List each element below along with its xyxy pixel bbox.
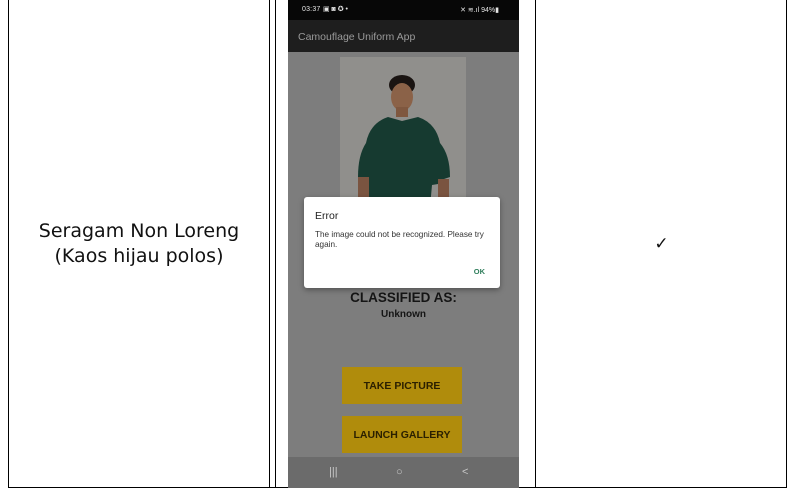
home-icon[interactable]: ○ (396, 466, 403, 478)
back-icon[interactable]: < (462, 466, 468, 478)
launch-gallery-button[interactable]: LAUNCH GALLERY (342, 416, 462, 453)
app-title: Camouflage Uniform App (298, 31, 416, 43)
android-nav-bar: ||| ○ < (288, 457, 519, 488)
phone-screenshot: 03:37 ▣ ◙ ✪ • ✕ ≋.ıl 94%▮ Camouflage Uni… (288, 0, 519, 488)
status-time: 03:37 (302, 6, 321, 13)
battery-signal-icons: ✕ ≋.ıl 94%▮ (460, 7, 499, 14)
recents-icon[interactable]: ||| (329, 466, 338, 478)
dialog-message: The image could not be recognized. Pleas… (315, 230, 484, 249)
classified-heading: CLASSIFIED AS: (350, 290, 457, 305)
classification-result: Unknown (381, 309, 426, 320)
table-border-divider-2 (275, 0, 276, 488)
take-picture-button[interactable]: TAKE PICTURE (342, 367, 462, 404)
table-border-divider-3 (535, 0, 536, 488)
dialog-ok-button[interactable]: OK (474, 267, 485, 276)
dialog-title: Error (315, 210, 339, 222)
person-photo-illustration (340, 57, 466, 207)
test-case-line-1: Seragam Non Loreng (38, 220, 240, 242)
error-dialog: Error The image could not be recognized.… (304, 197, 500, 288)
status-bar: 03:37 ▣ ◙ ✪ • ✕ ≋.ıl 94%▮ (288, 0, 519, 20)
checkmark-icon: ✓ (654, 234, 669, 254)
table-border-divider-1 (269, 0, 270, 488)
test-case-cell: Seragam Non Loreng (Kaos hijau polos) (9, 0, 269, 488)
notification-icons: ▣ ◙ ✪ • (323, 6, 348, 13)
result-cell: ✓ (537, 0, 786, 488)
app-bar: Camouflage Uniform App (288, 20, 519, 52)
table-border-right (786, 0, 787, 488)
test-case-description: Seragam Non Loreng (Kaos hijau polos) (39, 219, 239, 269)
captured-photo (340, 57, 466, 207)
test-case-line-2: (Kaos hijau polos) (54, 245, 224, 267)
